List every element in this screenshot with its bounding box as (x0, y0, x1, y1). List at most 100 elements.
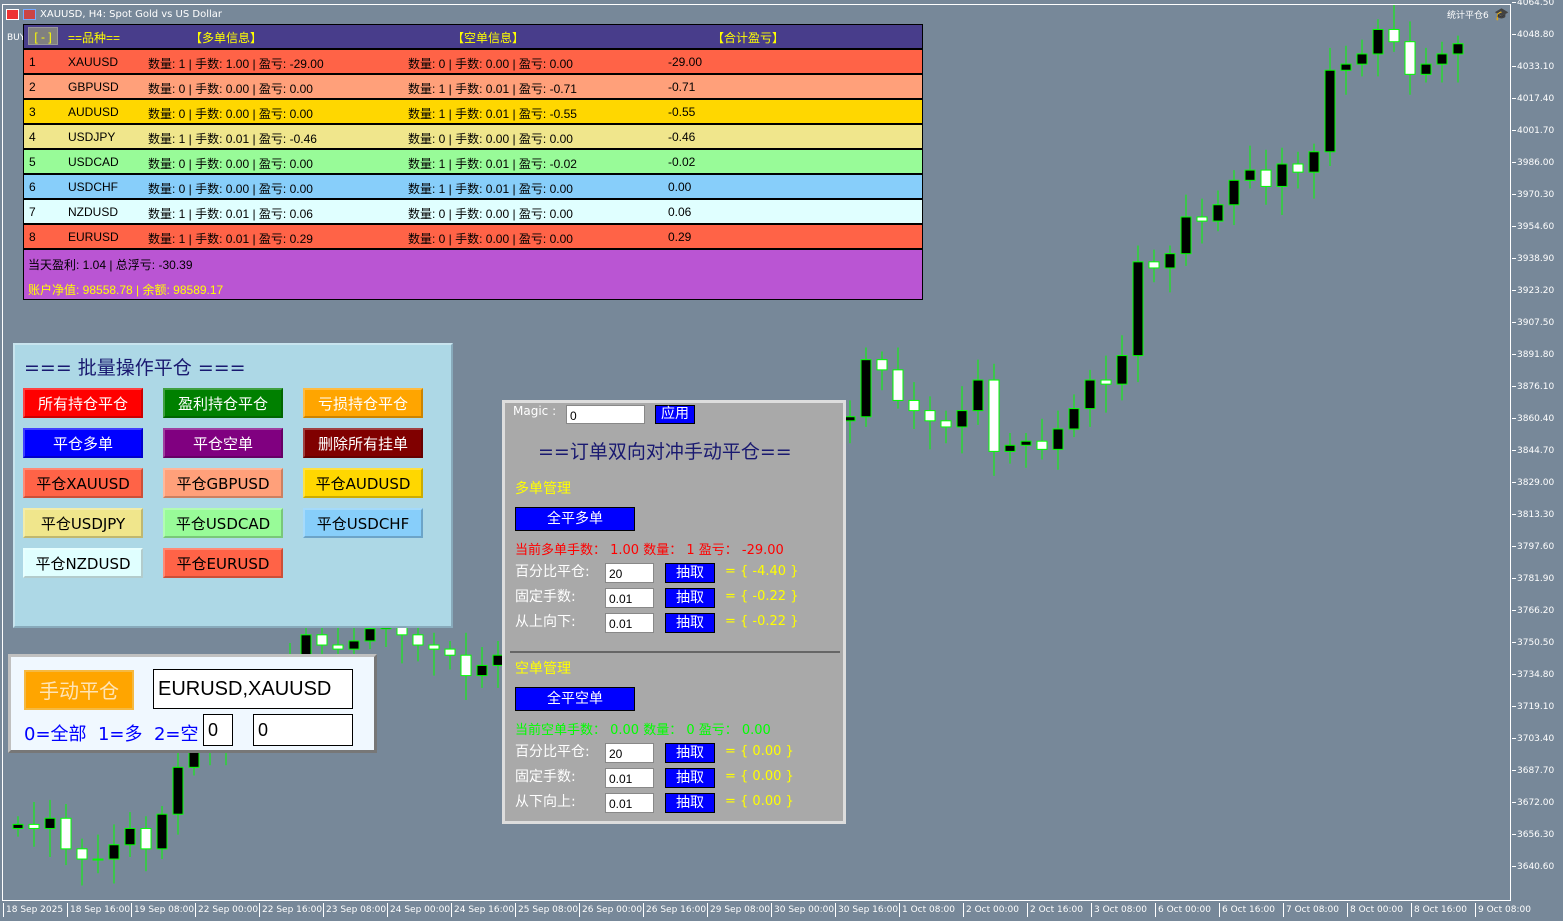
cell-total: -0.71 (668, 80, 696, 94)
table-row: 1 XAUUSD 数量: 1 | 手数: 1.00 | 盈亏: -29.00 数量: … (24, 50, 922, 73)
batch-button[interactable]: 盈利持仓平仓 (163, 388, 283, 418)
cell-short: 数量: 1 | 手数: 0.01 | 盈亏: 0.00 (408, 182, 573, 196)
extract-result: = { 0.00 } (725, 744, 794, 759)
param-input[interactable]: 20 (605, 563, 654, 583)
short-section-title: 空单管理 (515, 661, 571, 677)
batch-button[interactable]: 平仓GBPUSD (163, 468, 283, 498)
batch-button[interactable]: 平仓XAUUSD (23, 468, 143, 498)
chart-title-bar: XAUUSD, H4: Spot Gold vs US Dollar (6, 6, 222, 22)
cell-symbol: AUDUSD (68, 105, 119, 119)
extract-button[interactable]: 抽取 (665, 563, 715, 583)
price-label: 3986.00 (1512, 158, 1554, 168)
cell-short: 数量: 1 | 手数: 0.01 | 盈亏: -0.55 (408, 107, 577, 121)
time-label: 6 Oct 16:00 (1219, 903, 1275, 917)
order-type-input[interactable]: 0 (203, 714, 233, 746)
type-legend: 0=全部 1=多 2=空 (24, 724, 199, 745)
param-input[interactable]: 20 (605, 743, 654, 763)
price-label: 4001.70 (1512, 126, 1554, 136)
price-label: 3672.00 (1512, 798, 1554, 808)
section-divider (510, 651, 840, 653)
price-label: 4017.40 (1512, 94, 1554, 104)
time-label: 26 Sep 00:00 (579, 903, 642, 917)
cell-symbol: GBPUSD (68, 80, 119, 94)
batch-button[interactable]: 平仓空单 (163, 428, 283, 458)
symbols-input[interactable]: EURUSD,XAUUSD (153, 669, 353, 709)
batch-button[interactable]: 平仓NZDUSD (23, 548, 143, 578)
extract-button[interactable]: 抽取 (665, 768, 715, 788)
time-label: 24 Sep 16:00 (451, 903, 514, 917)
cell-short: 数量: 0 | 手数: 0.00 | 盈亏: 0.00 (408, 232, 573, 246)
batch-button[interactable]: 平仓USDCAD (163, 508, 283, 538)
time-label: 29 Sep 08:00 (707, 903, 770, 917)
short-status: 当前空单手数： 0.00 数量： 0 盈亏： 0.00 (515, 723, 771, 738)
param-input[interactable]: 0.01 (605, 613, 654, 633)
price-label: 3750.50 (1512, 638, 1554, 648)
cell-total: 0.06 (668, 205, 692, 219)
header-symbol: ==品种== (68, 31, 121, 45)
time-label: 30 Sep 00:00 (771, 903, 834, 917)
table-header: [ - ] ==品种== 【多单信息】 【空单信息】 【合计盈亏】 (24, 25, 922, 48)
extract-button[interactable]: 抽取 (665, 743, 715, 763)
price-label: 4048.80 (1512, 30, 1554, 40)
batch-button[interactable]: 所有持仓平仓 (23, 388, 143, 418)
graduation-cap-icon: 🎓 (1494, 7, 1509, 21)
apply-button[interactable]: 应用 (655, 405, 695, 424)
price-label: 3907.50 (1512, 318, 1554, 328)
param-input[interactable]: 0.01 (605, 793, 654, 813)
hedge-close-panel: Magic : 0 应用 ==订单双向对冲手动平仓== 多单管理 全平多单 当前… (502, 400, 846, 824)
extract-result: = { -0.22 } (725, 589, 799, 604)
collapse-button[interactable]: [ - ] (28, 27, 58, 45)
extract-result: = { 0.00 } (725, 794, 794, 809)
batch-button[interactable]: 平仓EURUSD (163, 548, 283, 578)
price-label: 3876.10 (1512, 382, 1554, 392)
time-label: 2 Oct 16:00 (1027, 903, 1083, 917)
param-input[interactable]: 0.01 (605, 768, 654, 788)
close-all-long-button[interactable]: 全平多单 (515, 507, 635, 531)
time-label: 2 Oct 00:00 (963, 903, 1019, 917)
batch-button[interactable]: 平仓USDCHF (303, 508, 423, 538)
param-label: 固定手数: (515, 589, 576, 605)
price-label: 3797.60 (1512, 542, 1554, 552)
long-section-title: 多单管理 (515, 481, 571, 497)
extract-button[interactable]: 抽取 (665, 613, 715, 633)
extract-button[interactable]: 抽取 (665, 793, 715, 813)
cell-total: -29.00 (668, 55, 703, 69)
magic-input[interactable]: 0 (566, 405, 645, 424)
param-label: 百分比平仓: (515, 744, 590, 760)
time-label: 24 Sep 00:00 (387, 903, 450, 917)
table-row: 2 GBPUSD 数量: 0 | 手数: 0.00 | 盈亏: 0.00 数量: 1 … (24, 75, 922, 98)
cell-symbol: USDCAD (68, 155, 119, 169)
chart-menu-icon[interactable] (6, 8, 19, 20)
batch-button[interactable]: 删除所有挂单 (303, 428, 423, 458)
cell-n: 1 (29, 55, 36, 69)
header-total: 【合计盈亏】 (712, 31, 785, 45)
cell-total: 0.29 (668, 230, 692, 244)
close-all-short-button[interactable]: 全平空单 (515, 687, 635, 711)
manual-close-panel: 手动平仓 EURUSD,XAUUSD 0=全部 1=多 2=空 0 0 (8, 654, 377, 753)
account-equity: 账户净值: 98558.78 | 余额: 98589.17 (28, 283, 224, 297)
cell-total: -0.55 (668, 105, 696, 119)
batch-button[interactable]: 平仓多单 (23, 428, 143, 458)
time-label: 19 Sep 08:00 (131, 903, 194, 917)
manual-close-button[interactable]: 手动平仓 (24, 670, 134, 710)
param-input[interactable]: 0.01 (605, 588, 654, 608)
cell-n: 7 (29, 205, 36, 219)
batch-button[interactable]: 亏损持仓平仓 (303, 388, 423, 418)
batch-button[interactable]: 平仓USDJPY (23, 508, 143, 538)
price-label: 3781.90 (1512, 574, 1554, 584)
cell-symbol: USDCHF (68, 180, 118, 194)
extra-value-input[interactable]: 0 (253, 714, 353, 746)
price-label: 3923.20 (1512, 286, 1554, 296)
ea-name-label: 统计平仓6 (1447, 11, 1489, 21)
price-label: 3656.30 (1512, 830, 1554, 840)
extract-button[interactable]: 抽取 (665, 588, 715, 608)
cell-long: 数量: 1 | 手数: 0.01 | 盈亏: 0.06 (148, 207, 313, 221)
price-label: 3703.40 (1512, 734, 1554, 744)
price-label: 3970.30 (1512, 190, 1554, 200)
magic-label: Magic : (513, 404, 557, 418)
cell-long: 数量: 1 | 手数: 0.01 | 盈亏: 0.29 (148, 232, 313, 246)
cell-long: 数量: 1 | 手数: 0.01 | 盈亏: -0.46 (148, 132, 317, 146)
price-label: 4064.50 (1512, 0, 1554, 8)
batch-button[interactable]: 平仓AUDUSD (303, 468, 423, 498)
time-label: 9 Oct 08:00 (1475, 903, 1531, 917)
